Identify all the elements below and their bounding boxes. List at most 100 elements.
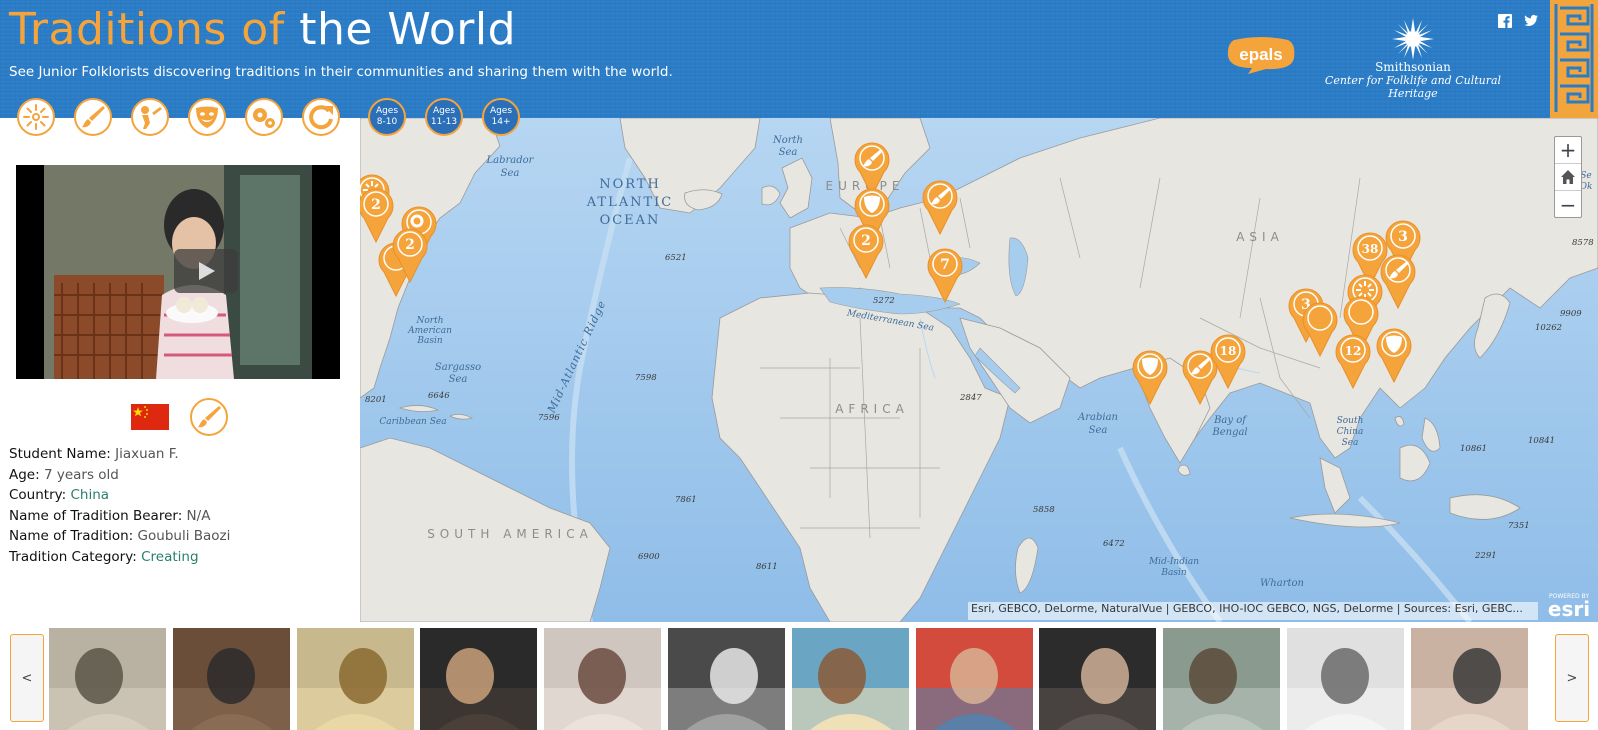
- depth-label: 7351: [1508, 521, 1530, 531]
- tradition-name-label: Name of Tradition:: [9, 528, 134, 545]
- tradition-bearer-row: Name of Tradition Bearer: N/A: [9, 506, 230, 527]
- map-label-north-atlantic-line-1: NORTH: [599, 177, 661, 192]
- map-label-africa: AFRICA: [835, 402, 909, 416]
- map-label-mid-indian-line-1: Mid-Indian: [1148, 557, 1199, 567]
- thumbnail-image: [1287, 628, 1404, 730]
- home-button[interactable]: [1555, 164, 1581, 191]
- map-marker-count: 2: [405, 237, 415, 253]
- filter-creating-button[interactable]: [74, 98, 112, 136]
- tradition-category-value[interactable]: Creating: [141, 549, 198, 565]
- filter-ages-11-13-button[interactable]: Ages 11-13: [425, 98, 463, 136]
- student-thumb-11[interactable]: [1287, 628, 1404, 730]
- map-marker-count: 12: [1345, 344, 1362, 358]
- map-label-south-china-line-2: China: [1337, 427, 1364, 437]
- depth-label: 7861: [675, 495, 697, 505]
- performing-icon: [196, 106, 218, 128]
- map-label-sargasso-line-2: Sea: [449, 374, 468, 385]
- student-country-row: Country: China: [9, 485, 230, 506]
- depth-label: 10841: [1528, 436, 1555, 446]
- student-thumb-12[interactable]: [1410, 628, 1528, 730]
- depth-label: 6521: [665, 253, 687, 263]
- map-label-wharton: Wharton: [1260, 578, 1304, 589]
- title-part-1: Traditions of: [9, 4, 285, 55]
- depth-label: 8578: [1572, 238, 1594, 248]
- map-label-bengal-line-2: Bengal: [1211, 427, 1247, 438]
- student-thumb-4[interactable]: [420, 628, 538, 730]
- age-label: Ages: [375, 106, 399, 116]
- carousel-prev-button[interactable]: <: [10, 634, 44, 722]
- reset-filters-button[interactable]: [302, 98, 340, 136]
- student-thumb-10[interactable]: [1163, 628, 1281, 730]
- thumbnail-image: [49, 628, 166, 730]
- student-thumb-2[interactable]: [172, 628, 290, 730]
- map-label-north-atlantic-line-3: OCEAN: [600, 213, 661, 228]
- map-label-north-sea-line-1: North: [772, 135, 803, 146]
- student-country-label: Country:: [9, 487, 67, 504]
- smithsonian-logo[interactable]: Smithsonian Center for Folklife and Cult…: [1310, 18, 1516, 100]
- student-thumb-3[interactable]: [296, 628, 414, 730]
- filter-performing-button[interactable]: [188, 98, 226, 136]
- title-part-2: the World: [299, 4, 517, 55]
- map-label-north-atlantic-line-2: ATLANTIC: [586, 195, 674, 210]
- depth-label: 2847: [959, 393, 982, 403]
- carousel-next-button[interactable]: >: [1555, 634, 1589, 722]
- esri-wordmark: esri: [1548, 597, 1590, 620]
- student-thumb-5[interactable]: [544, 628, 662, 730]
- map-label-na-basin-line-1: North: [415, 316, 443, 326]
- app-root: Traditions of the World See Junior Folkl…: [0, 0, 1598, 730]
- student-thumb-6[interactable]: [668, 628, 785, 730]
- thumbnail-image: [1410, 628, 1528, 730]
- depth-label: 2291: [1474, 551, 1497, 561]
- tradition-bearer-value: N/A: [186, 507, 211, 524]
- depth-label: 9909: [1560, 309, 1582, 319]
- student-thumb-8[interactable]: [915, 628, 1033, 730]
- student-name-value: Jiaxuan F.: [115, 446, 179, 462]
- student-thumb-7[interactable]: [791, 628, 909, 730]
- student-carousel: < >: [0, 622, 1598, 730]
- map-label-south-america: SOUTH AMERICA: [427, 527, 593, 541]
- esri-logo: POWERED BY esri: [1548, 593, 1590, 620]
- filter-ages-14-plus-button[interactable]: Ages 14+: [482, 98, 520, 136]
- depth-label: 8201: [365, 395, 387, 405]
- map-label-north-sea-line-2: Sea: [779, 147, 798, 158]
- student-info: Student Name: Jiaxuan F. Age: 7 years ol…: [9, 444, 230, 568]
- depth-label: 6472: [1103, 539, 1125, 549]
- filter-celebrating-button[interactable]: [17, 98, 55, 136]
- thumbnail-image: [420, 628, 538, 730]
- filter-playing-button[interactable]: [131, 98, 169, 136]
- map-label-south-china-line-1: South: [1337, 416, 1364, 426]
- depth-label: 5272: [873, 296, 895, 306]
- tradition-name-row: Name of Tradition: Goubuli Baozi: [9, 526, 230, 547]
- map-label-na-basin-line-3: Basin: [416, 336, 442, 346]
- student-thumb-9[interactable]: [1039, 628, 1157, 730]
- epals-logo[interactable]: epals: [1226, 36, 1296, 74]
- video-player[interactable]: [16, 165, 340, 379]
- student-country-value[interactable]: China: [71, 487, 110, 503]
- filter-working-button[interactable]: [245, 98, 283, 136]
- epals-logo-text: epals: [1239, 45, 1282, 64]
- student-name-row: Student Name: Jiaxuan F.: [9, 444, 230, 465]
- thumbnail-image: [172, 628, 290, 730]
- student-thumb-1[interactable]: [49, 628, 166, 730]
- map-label-labrador-line-1: Labrador: [486, 155, 535, 166]
- student-name-label: Student Name:: [9, 446, 111, 462]
- world-map[interactable]: NORTH ATLANTIC OCEAN Labrador Sea North Sea …: [360, 118, 1598, 622]
- depth-label: 7598: [635, 373, 657, 383]
- zoom-out-button[interactable]: −: [1555, 191, 1581, 218]
- china-flag-icon: [131, 404, 169, 430]
- filter-ages-8-10-button[interactable]: Ages 8-10: [368, 98, 406, 136]
- play-button[interactable]: [174, 249, 238, 293]
- tradition-category-row: Tradition Category: Creating: [9, 547, 230, 568]
- age-label: Ages: [489, 106, 513, 116]
- map-basemap: NORTH ATLANTIC OCEAN Labrador Sea North Sea …: [360, 118, 1598, 622]
- depth-label: 10262: [1535, 323, 1562, 333]
- map-label-asia: ASIA: [1236, 230, 1284, 244]
- tradition-name-value: Goubuli Baozi: [137, 528, 231, 545]
- twitter-icon[interactable]: [1524, 14, 1538, 28]
- zoom-in-button[interactable]: +: [1555, 137, 1581, 164]
- age-range: 8-10: [376, 117, 398, 127]
- thumbnail-image: [668, 628, 785, 730]
- thumbnail-image: [544, 628, 662, 730]
- facebook-icon[interactable]: [1498, 14, 1512, 28]
- student-detail-panel: Student Name: Jiaxuan F. Age: 7 years ol…: [0, 118, 360, 622]
